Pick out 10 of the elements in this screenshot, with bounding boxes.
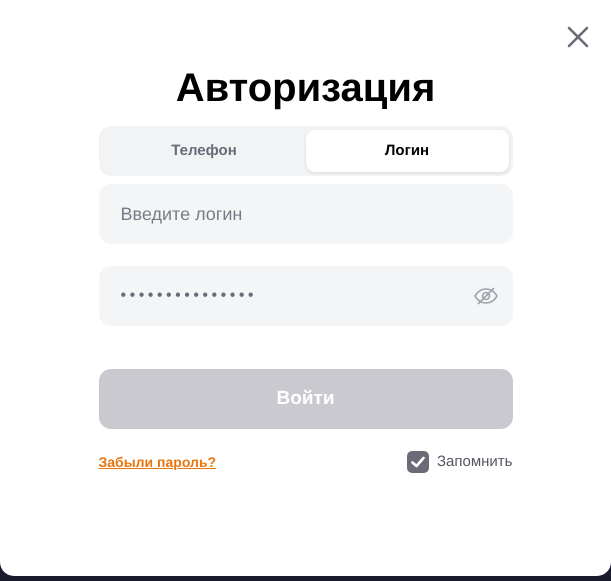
- remember-checkbox[interactable]: [406, 451, 429, 474]
- tab[interactable]: Телефон: [102, 130, 306, 172]
- checkmark-icon: [410, 456, 425, 468]
- password-field[interactable]: •••••••••••••••: [98, 266, 512, 326]
- forgot-password-link[interactable]: Забыли пароль?: [98, 452, 216, 473]
- dialog-title: Авторизация: [176, 66, 436, 110]
- remember-label: Запомнить: [436, 452, 512, 472]
- login-field[interactable]: Введите логин: [98, 184, 512, 244]
- tab[interactable]: Логин: [306, 130, 508, 172]
- close-icon: [567, 26, 589, 48]
